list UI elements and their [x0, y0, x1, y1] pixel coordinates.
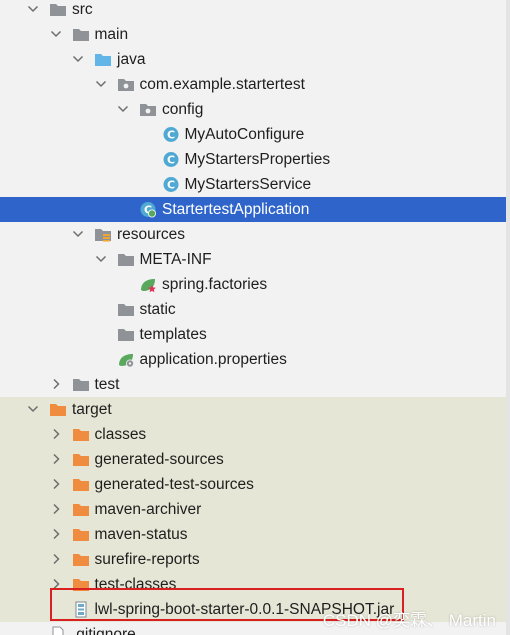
chevron-right-icon[interactable]	[49, 501, 63, 517]
chevron-down-icon[interactable]	[94, 251, 108, 267]
svg-text:C: C	[166, 129, 174, 142]
tree-item-label: MyAutoConfigure	[184, 126, 305, 143]
folder-icon	[117, 301, 135, 318]
tree-item-templates[interactable]: templates	[0, 322, 510, 347]
chevron-down-icon[interactable]	[116, 101, 130, 117]
chevron-down-icon[interactable]	[26, 1, 40, 17]
folder-icon	[49, 1, 67, 18]
excluded-folder-icon	[72, 526, 90, 543]
tree-item-maven-archiver[interactable]: maven-archiver	[0, 497, 510, 522]
tree-item-startertestapplication[interactable]: C StartertestApplication	[0, 197, 510, 222]
tree-item-label: maven-status	[94, 526, 188, 543]
chevron-down-icon[interactable]	[71, 226, 85, 242]
tree-item-mystartersproperties[interactable]: C MyStartersProperties	[0, 147, 510, 172]
tree-item-classes[interactable]: classes	[0, 422, 510, 447]
tree-item-label: static	[139, 301, 176, 318]
folder-icon	[72, 26, 90, 43]
file-icon	[49, 626, 67, 635]
tree-item-maven-status[interactable]: maven-status	[0, 522, 510, 547]
chevron-right-icon[interactable]	[49, 426, 63, 442]
excluded-folder-icon	[72, 451, 90, 468]
tree-item-src[interactable]: src	[0, 0, 510, 22]
tree-item-label: resources	[117, 226, 186, 243]
tree-item-com-example-startertest[interactable]: com.example.startertest	[0, 72, 510, 97]
chevron-right-icon[interactable]	[49, 526, 63, 542]
chevron-right-icon[interactable]	[49, 551, 63, 567]
excluded-folder-icon	[72, 426, 90, 443]
project-tree: src main java com.example.startertest config…	[0, 0, 510, 635]
tree-item-meta-inf[interactable]: META-INF	[0, 247, 510, 272]
tree-item-label: config	[162, 101, 204, 118]
tree-item-label: generated-sources	[94, 451, 224, 468]
tree-item-label: test	[94, 376, 120, 393]
package-icon	[117, 76, 135, 93]
tree-item-main[interactable]: main	[0, 22, 510, 47]
tree-item-label: MyStartersProperties	[184, 151, 331, 168]
chevron-right-icon[interactable]	[49, 476, 63, 492]
tree-item-config[interactable]: config	[0, 97, 510, 122]
tree-item-generated-test-sources[interactable]: generated-test-sources	[0, 472, 510, 497]
chevron-right-icon[interactable]	[49, 376, 63, 392]
chevron-right-icon[interactable]	[49, 451, 63, 467]
tree-item-label: generated-test-sources	[94, 476, 254, 493]
svg-text:C: C	[166, 154, 174, 167]
excluded-folder-icon	[72, 476, 90, 493]
tree-item-resources[interactable]: resources	[0, 222, 510, 247]
tree-item-label: classes	[94, 426, 147, 443]
folder-icon	[72, 376, 90, 393]
chevron-down-icon[interactable]	[94, 76, 108, 92]
excluded-folder-icon	[49, 401, 67, 418]
source-folder-icon	[94, 51, 112, 68]
class-icon: C	[162, 176, 180, 193]
tree-item-generated-sources[interactable]: generated-sources	[0, 447, 510, 472]
tree-item-label: main	[94, 26, 129, 43]
tree-item-label: StartertestApplication	[162, 201, 310, 218]
scrollbar[interactable]	[506, 0, 510, 635]
tree-item-spring-factories[interactable]: spring.factories	[0, 272, 510, 297]
tree-item-label: src	[72, 1, 93, 18]
folder-icon	[117, 326, 135, 343]
tree-item-label: maven-archiver	[94, 501, 202, 518]
package-icon	[139, 101, 157, 118]
spring-properties-icon	[117, 351, 135, 368]
tree-item-label: spring.factories	[162, 276, 268, 293]
tree-item-label: target	[72, 401, 112, 418]
folder-icon	[117, 251, 135, 268]
class-icon: C	[162, 151, 180, 168]
chevron-down-icon[interactable]	[71, 51, 85, 67]
tree-item-label: surefire-reports	[94, 551, 200, 568]
tree-item-surefire-reports[interactable]: surefire-reports	[0, 547, 510, 572]
spring-factories-icon	[139, 276, 157, 293]
chevron-down-icon[interactable]	[26, 401, 40, 417]
tree-item-label: MyStartersService	[184, 176, 312, 193]
tree-item-target[interactable]: target	[0, 397, 510, 422]
tree-item-java[interactable]: java	[0, 47, 510, 72]
excluded-folder-icon	[72, 551, 90, 568]
chevron-down-icon[interactable]	[49, 26, 63, 42]
excluded-folder-icon	[72, 501, 90, 518]
tree-item-label: com.example.startertest	[139, 76, 305, 93]
tree-item-label: META-INF	[139, 251, 212, 268]
tree-item-static[interactable]: static	[0, 297, 510, 322]
tree-item-test[interactable]: test	[0, 372, 510, 397]
resources-folder-icon	[94, 226, 112, 243]
class-icon: C	[162, 126, 180, 143]
tree-item-mystartersservice[interactable]: C MyStartersService	[0, 172, 510, 197]
tree-item-label: java	[117, 51, 146, 68]
tree-item-label: .gitignore	[72, 626, 136, 635]
tree-item-myautoconfigure[interactable]: C MyAutoConfigure	[0, 122, 510, 147]
tree-item-application-properties[interactable]: application.properties	[0, 347, 510, 372]
tree-item-label: application.properties	[139, 351, 287, 368]
watermark: CSDN @奕霖、 Martin	[322, 611, 496, 630]
tree-item-label: templates	[139, 326, 207, 343]
spring-boot-class-icon: C	[139, 201, 157, 218]
svg-text:C: C	[166, 179, 174, 192]
